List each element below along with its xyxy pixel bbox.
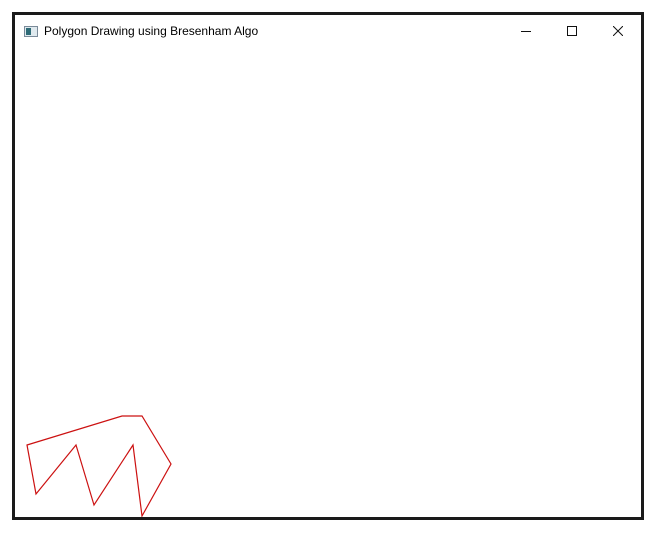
title-bar[interactable]: Polygon Drawing using Bresenham Algo bbox=[15, 15, 641, 47]
maximize-button[interactable] bbox=[549, 15, 595, 47]
bresenham-polygon bbox=[26, 415, 172, 517]
close-icon bbox=[613, 26, 623, 36]
app-window-icon bbox=[24, 25, 38, 37]
minimize-icon bbox=[521, 31, 531, 32]
drawing-canvas[interactable] bbox=[15, 47, 641, 517]
window-title: Polygon Drawing using Bresenham Algo bbox=[44, 24, 259, 38]
app-window: Polygon Drawing using Bresenham Algo bbox=[12, 12, 644, 520]
maximize-icon bbox=[567, 26, 577, 36]
caption-buttons bbox=[503, 15, 641, 47]
close-button[interactable] bbox=[595, 15, 641, 47]
minimize-button[interactable] bbox=[503, 15, 549, 47]
polygon-drawing bbox=[26, 415, 172, 517]
